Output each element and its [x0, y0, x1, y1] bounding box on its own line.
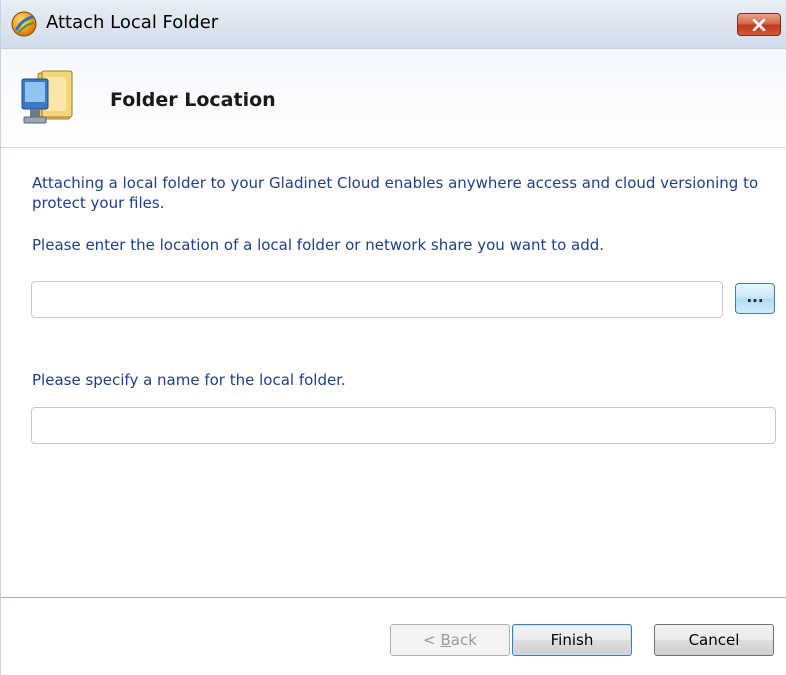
- back-button-rest: ack: [450, 631, 477, 649]
- page-title: Folder Location: [110, 89, 276, 111]
- finish-button[interactable]: Finish: [512, 624, 632, 656]
- close-button[interactable]: [737, 13, 781, 36]
- title-bar[interactable]: Attach Local Folder: [1, 0, 786, 49]
- back-button-prefix: <: [423, 631, 441, 649]
- folder-computer-icon: [21, 70, 73, 124]
- back-button[interactable]: < Back: [390, 624, 510, 656]
- footer-separator: [1, 597, 786, 599]
- description-text: Attaching a local folder to your Gladine…: [32, 174, 759, 212]
- name-prompt-label: Please specify a name for the local fold…: [32, 371, 346, 389]
- close-icon: [752, 18, 766, 31]
- back-button-mnemonic: B: [440, 631, 451, 649]
- window-title: Attach Local Folder: [46, 12, 219, 33]
- cancel-button[interactable]: Cancel: [654, 624, 774, 656]
- attach-local-folder-dialog: Attach Local Folder Folder Location Atta…: [0, 0, 786, 675]
- wizard-header: Folder Location: [1, 49, 786, 148]
- location-prompt-label: Please enter the location of a local fol…: [32, 236, 605, 254]
- browse-button[interactable]: ...: [735, 283, 775, 314]
- folder-location-input[interactable]: [31, 281, 723, 318]
- folder-name-input[interactable]: [31, 407, 776, 444]
- gladinet-app-icon: [11, 11, 37, 37]
